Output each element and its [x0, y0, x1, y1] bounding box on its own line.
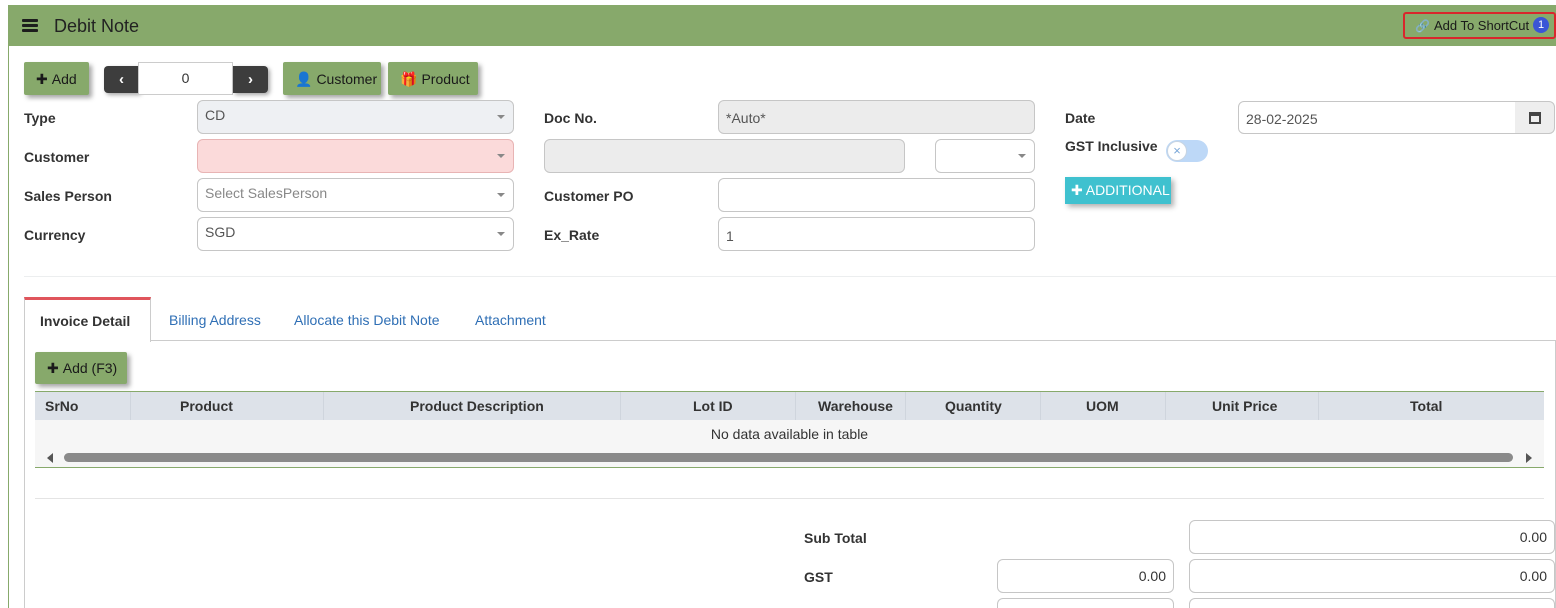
customer-select[interactable]	[197, 139, 514, 173]
tab-allocate-debit-note[interactable]: Allocate this Debit Note	[294, 312, 440, 328]
next-row-value	[1189, 598, 1555, 608]
scrollbar-thumb[interactable]	[64, 453, 1513, 462]
customer-label: Customer	[24, 149, 90, 165]
column-separator	[1318, 392, 1319, 420]
record-index-input[interactable]: 0	[138, 62, 233, 95]
product-button[interactable]: 🎁 Product	[388, 62, 478, 95]
customer-button[interactable]: 👤 Customer	[283, 62, 381, 95]
type-select-value: CD	[205, 107, 226, 123]
doc-no-label: Doc No.	[544, 110, 597, 126]
shortcut-count-badge: 1	[1533, 17, 1549, 33]
empty-table-message: No data available in table	[35, 420, 1544, 448]
type-label: Type	[24, 110, 56, 126]
link-icon: 🔗	[1415, 19, 1430, 33]
column-header-total[interactable]: Total	[1410, 398, 1442, 414]
column-separator	[1165, 392, 1166, 420]
column-separator	[1040, 392, 1041, 420]
ex-rate-label: Ex_Rate	[544, 227, 600, 243]
user-icon: 👤	[295, 71, 313, 87]
horizontal-scrollbar[interactable]	[35, 448, 1544, 468]
tab-invoice-detail[interactable]: Invoice Detail	[24, 297, 151, 342]
add-to-shortcut-button[interactable]: 🔗 Add To ShortCut 1	[1403, 12, 1556, 39]
add-button[interactable]: ✚ Add	[24, 62, 89, 95]
caret-down-icon	[497, 115, 505, 119]
left-border	[8, 46, 9, 608]
add-line-button[interactable]: ✚ Add (F3)	[35, 352, 127, 384]
date-input[interactable]: 28-02-2025	[1238, 101, 1518, 134]
next-row-input[interactable]	[997, 598, 1174, 608]
plus-icon: ✚	[1071, 182, 1083, 198]
gst-rate-input[interactable]: 0.00	[997, 559, 1174, 593]
caret-down-icon	[497, 232, 505, 236]
sub-total-value: 0.00	[1189, 520, 1555, 554]
customer-name-input	[544, 139, 905, 173]
additional-button[interactable]: ✚ ADDITIONAL	[1065, 177, 1171, 204]
column-header-product-description[interactable]: Product Description	[410, 398, 544, 414]
sales-person-select[interactable]: Select SalesPerson	[197, 178, 514, 212]
caret-down-icon	[497, 154, 505, 158]
caret-down-icon	[497, 193, 505, 197]
currency-select-value: SGD	[205, 224, 236, 240]
hamburger-menu-icon[interactable]	[22, 19, 38, 32]
column-header-product[interactable]: Product	[180, 398, 233, 414]
customer-button-label: Customer	[316, 71, 378, 87]
plus-icon: ✚	[36, 71, 48, 87]
scroll-right-icon[interactable]	[1526, 453, 1532, 463]
previous-record-button[interactable]: ‹	[104, 66, 139, 93]
gift-icon: 🎁	[400, 71, 418, 87]
next-record-button[interactable]: ›	[233, 66, 268, 93]
calendar-icon	[1529, 112, 1541, 124]
date-picker-button[interactable]	[1515, 101, 1555, 134]
column-separator	[795, 392, 796, 420]
sales-person-label: Sales Person	[24, 188, 112, 204]
gst-inclusive-label: GST Inclusive	[1065, 138, 1158, 154]
gst-amount-value: 0.00	[1189, 559, 1555, 593]
sub-total-label: Sub Total	[804, 530, 867, 546]
page-header: Debit Note 🔗 Add To ShortCut 1	[8, 5, 1556, 46]
column-separator	[620, 392, 621, 420]
totals-divider	[35, 498, 1544, 499]
customer-po-input[interactable]	[718, 178, 1035, 212]
gst-inclusive-toggle[interactable]: ×	[1166, 140, 1208, 162]
date-label: Date	[1065, 110, 1096, 126]
gst-label: GST	[804, 569, 833, 585]
additional-button-label: ADDITIONAL	[1085, 182, 1170, 198]
close-icon: ×	[1167, 141, 1187, 161]
column-separator	[905, 392, 906, 420]
add-button-label: Add	[51, 71, 77, 87]
sales-person-placeholder: Select SalesPerson	[205, 185, 328, 201]
column-header-unit-price[interactable]: Unit Price	[1212, 398, 1277, 414]
caret-down-icon	[1018, 154, 1026, 158]
column-separator	[130, 392, 131, 420]
column-header-lot-id[interactable]: Lot ID	[693, 398, 733, 414]
ex-rate-input[interactable]: 1	[718, 217, 1035, 251]
column-header-warehouse[interactable]: Warehouse	[818, 398, 893, 414]
column-header-quantity[interactable]: Quantity	[945, 398, 1002, 414]
currency-label: Currency	[24, 227, 86, 243]
column-header-srno[interactable]: SrNo	[45, 398, 78, 414]
chevron-right-icon: ›	[248, 71, 253, 88]
column-separator	[323, 392, 324, 420]
customer-po-label: Customer PO	[544, 188, 634, 204]
scroll-left-icon[interactable]	[47, 453, 53, 463]
invoice-table-header: SrNo Product Product Description Lot ID …	[35, 391, 1544, 420]
section-divider	[24, 276, 1556, 277]
currency-select[interactable]: SGD	[197, 217, 514, 251]
tab-attachment[interactable]: Attachment	[475, 312, 546, 328]
customer-option-select[interactable]	[935, 139, 1035, 173]
product-button-label: Product	[421, 71, 470, 87]
plus-icon: ✚	[47, 360, 59, 376]
tab-billing-address[interactable]: Billing Address	[169, 312, 261, 328]
page-title: Debit Note	[54, 16, 140, 36]
doc-no-input: *Auto*	[718, 100, 1035, 134]
add-to-shortcut-label: Add To ShortCut	[1433, 18, 1530, 33]
column-header-uom[interactable]: UOM	[1086, 398, 1119, 414]
add-line-button-label: Add (F3)	[62, 360, 118, 376]
type-select[interactable]: CD	[197, 100, 514, 134]
chevron-left-icon: ‹	[119, 71, 124, 88]
